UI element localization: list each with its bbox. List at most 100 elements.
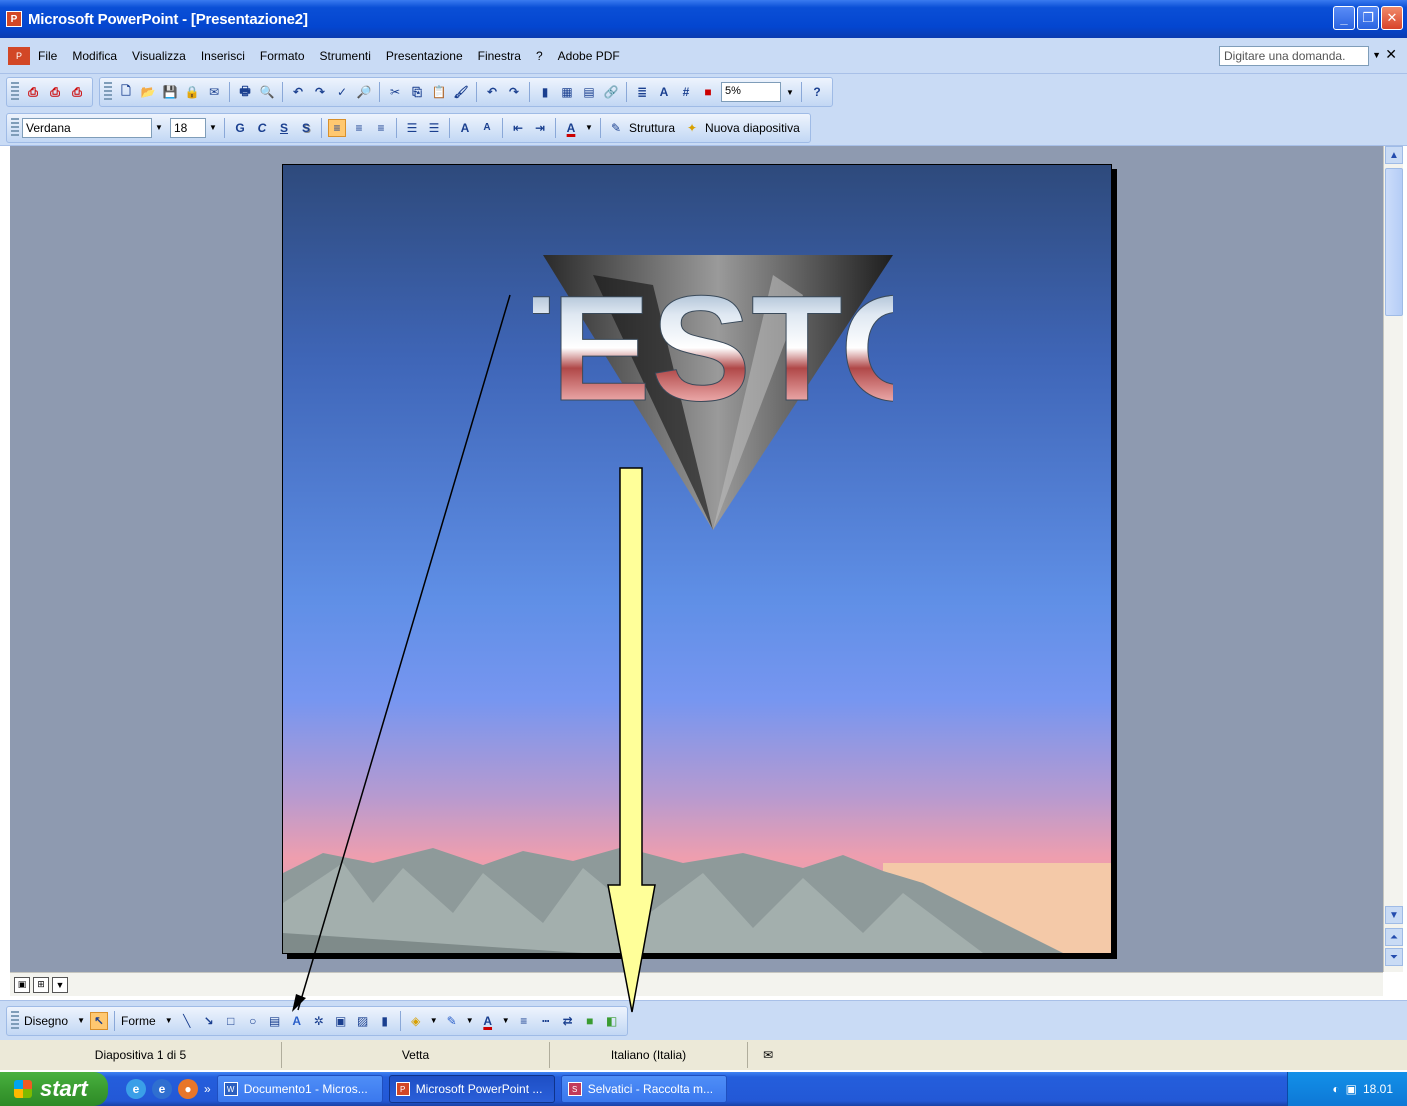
decrease-font-icon[interactable]: A — [478, 119, 496, 137]
arrow-icon[interactable]: ↘ — [200, 1012, 218, 1030]
format-painter-icon[interactable]: 🖌 — [452, 83, 470, 101]
print-icon[interactable]: 🖶 — [236, 83, 254, 101]
start-button[interactable]: start — [0, 1072, 108, 1106]
struttura-button[interactable]: Struttura — [629, 121, 675, 135]
grid-icon[interactable]: # — [677, 83, 695, 101]
redo-icon[interactable]: ↷ — [311, 83, 329, 101]
save-icon[interactable]: 💾 — [161, 83, 179, 101]
increase-indent-icon[interactable]: ⇥ — [531, 119, 549, 137]
fill-color-icon[interactable]: ◈ — [407, 1012, 425, 1030]
tables-borders-icon[interactable]: ▤ — [580, 83, 598, 101]
zoom-field[interactable]: 5% — [721, 82, 781, 102]
shadow-style-icon[interactable]: ■ — [581, 1012, 599, 1030]
show-formatting-icon[interactable]: A — [655, 83, 673, 101]
size-dropdown-icon[interactable]: ▼ — [206, 118, 220, 138]
minimize-button[interactable]: _ — [1333, 6, 1355, 30]
browser2-icon[interactable]: e — [152, 1079, 172, 1099]
arrow-style-icon[interactable]: ⇄ — [559, 1012, 577, 1030]
draw-menu-button[interactable]: Disegno — [24, 1014, 68, 1028]
wordart-testo[interactable]: TESTO — [533, 215, 893, 555]
draw-font-color-icon[interactable]: A — [479, 1012, 497, 1030]
pdf-email-icon[interactable]: ⎙ — [46, 83, 64, 101]
new-slide-icon[interactable]: ✦ — [683, 119, 701, 137]
menu-inserisci[interactable]: Inserisci — [201, 49, 245, 63]
3d-style-icon[interactable]: ◧ — [603, 1012, 621, 1030]
clipart-icon[interactable]: ▣ — [332, 1012, 350, 1030]
scroll-up-icon[interactable]: ▲ — [1385, 146, 1403, 164]
draw-dropdown-icon[interactable]: ▼ — [74, 1011, 88, 1031]
toolbar-grip[interactable] — [11, 82, 19, 102]
permission-icon[interactable]: 🔒 — [183, 83, 201, 101]
menu-formato[interactable]: Formato — [260, 49, 305, 63]
next-slide-icon[interactable]: ⏷ — [1385, 948, 1403, 966]
line-icon[interactable]: ╲ — [178, 1012, 196, 1030]
fill-dropdown-icon[interactable]: ▼ — [427, 1011, 441, 1031]
ie-icon[interactable]: e — [126, 1079, 146, 1099]
insert-chart-icon[interactable]: ▮ — [536, 83, 554, 101]
menu-presentazione[interactable]: Presentazione — [386, 49, 463, 63]
oval-icon[interactable]: ○ — [244, 1012, 262, 1030]
print-preview-icon[interactable]: 🔍 — [258, 83, 276, 101]
shadow-button[interactable]: S — [297, 119, 315, 137]
align-right-icon[interactable]: ≡ — [372, 119, 390, 137]
toolbar-grip[interactable] — [11, 117, 19, 138]
shapes-dropdown-icon[interactable]: ▼ — [162, 1011, 176, 1031]
undo2-icon[interactable]: ↶ — [483, 83, 501, 101]
font-select[interactable]: Verdana — [22, 117, 152, 138]
menu-modifica[interactable]: Modifica — [72, 49, 117, 63]
insert-table-icon[interactable]: ▦ — [558, 83, 576, 101]
select-objects-icon[interactable]: ↖ — [90, 1011, 109, 1030]
menu-strumenti[interactable]: Strumenti — [320, 49, 371, 63]
expand-all-icon[interactable]: ≣ — [633, 83, 651, 101]
help-icon[interactable]: ? — [808, 83, 826, 101]
zoom-dropdown-icon[interactable]: ▼ — [783, 82, 797, 102]
design-icon[interactable]: ✎ — [607, 119, 625, 137]
task-selvatici[interactable]: S Selvatici - Raccolta m... — [560, 1075, 727, 1103]
firefox-icon[interactable]: ● — [178, 1079, 198, 1099]
normal-view-icon[interactable]: ▣ — [14, 976, 30, 993]
vertical-scrollbar[interactable]: ▲ ▼ ⏶ ⏷ — [1383, 146, 1403, 972]
restore-button[interactable]: ❐ — [1357, 6, 1379, 30]
research-icon[interactable]: 🔎 — [355, 83, 373, 101]
quick-launch-more-icon[interactable]: » — [204, 1082, 211, 1096]
document-menu-icon[interactable]: P — [8, 46, 30, 65]
bold-button[interactable]: G — [231, 119, 249, 137]
slide-show-icon[interactable]: ▼ — [52, 976, 68, 993]
paste-icon[interactable]: 📋 — [430, 83, 448, 101]
font-color-dropdown-icon[interactable]: ▼ — [582, 118, 596, 138]
italic-button[interactable]: C — [253, 119, 271, 137]
line-style-icon[interactable]: ≡ — [515, 1012, 533, 1030]
new-icon[interactable]: 🗋 — [117, 83, 135, 101]
task-powerpoint[interactable]: P Microsoft PowerPoint ... — [388, 1075, 555, 1103]
font-color-icon[interactable]: A — [562, 119, 580, 137]
slide-sorter-icon[interactable]: ⊞ — [33, 976, 49, 993]
tray-network-icon[interactable]: ▣ — [1346, 1082, 1357, 1096]
cut-icon[interactable]: ✂ — [386, 83, 404, 101]
hyperlink-icon[interactable]: 🔗 — [602, 83, 620, 101]
line-color-dropdown-icon[interactable]: ▼ — [463, 1011, 477, 1031]
pdf-convert-icon[interactable]: ⎙ — [24, 83, 42, 101]
undo-icon[interactable]: ↶ — [289, 83, 307, 101]
font-dropdown-icon[interactable]: ▼ — [152, 118, 166, 138]
help-dropdown-icon[interactable]: ▼ — [1372, 50, 1381, 60]
font-size-select[interactable]: 18 — [170, 117, 206, 138]
line-color-icon[interactable]: ✎ — [443, 1012, 461, 1030]
open-icon[interactable]: 📂 — [139, 83, 157, 101]
autoshapes-button[interactable]: Forme — [121, 1014, 156, 1028]
spelling-icon[interactable]: ✓ — [333, 83, 351, 101]
email-icon[interactable]: ✉ — [205, 83, 223, 101]
redo2-icon[interactable]: ↷ — [505, 83, 523, 101]
dash-style-icon[interactable]: ┅ — [537, 1012, 555, 1030]
copy-icon[interactable]: ⎘ — [408, 83, 426, 101]
menu-finestra[interactable]: Finestra — [478, 49, 521, 63]
toolbar-grip[interactable] — [11, 1010, 19, 1031]
menu-visualizza[interactable]: Visualizza — [132, 49, 186, 63]
underline-button[interactable]: S — [275, 119, 293, 137]
picture-icon[interactable]: ▨ — [354, 1012, 372, 1030]
slide-canvas[interactable]: TESTO — [282, 164, 1112, 954]
tray-app-icon[interactable]: ◐ — [1332, 1082, 1339, 1096]
increase-font-icon[interactable]: A — [456, 119, 474, 137]
previous-slide-icon[interactable]: ⏶ — [1385, 928, 1403, 946]
menu-adobe-pdf[interactable]: Adobe PDF — [558, 49, 620, 63]
close-button[interactable]: ✕ — [1381, 6, 1403, 30]
